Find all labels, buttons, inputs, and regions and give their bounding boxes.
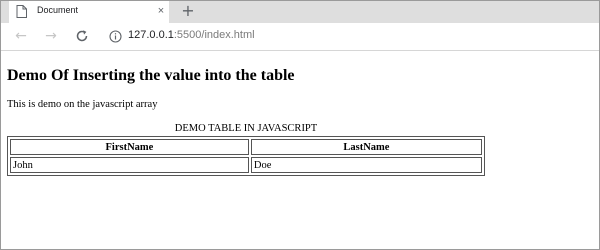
table-header-row: FirstName LastName (10, 139, 482, 155)
column-header-firstname: FirstName (10, 139, 249, 155)
close-tab-icon[interactable]: × (155, 4, 167, 18)
reload-icon[interactable] (75, 29, 89, 43)
forward-arrow-icon[interactable]: → (42, 27, 60, 45)
site-info-icon[interactable] (109, 30, 122, 43)
new-tab-button[interactable]: + (180, 3, 196, 19)
cell-lastname: Doe (250, 157, 482, 173)
browser-toolbar: ← → 127.0.0.1:5500/index.html (1, 23, 599, 51)
column-header-lastname: LastName (250, 139, 482, 155)
url-path: :5500/index.html (173, 29, 255, 41)
page-heading: Demo Of Inserting the value into the tab… (7, 67, 295, 84)
browser-window: Document × + ← → 127.0.0.1:5500/index.ht… (0, 0, 600, 250)
page-content: Demo Of Inserting the value into the tab… (1, 51, 599, 249)
tab-strip: Document × + (1, 1, 599, 23)
url-host: 127.0.0.1 (128, 29, 174, 41)
document-icon (16, 5, 27, 18)
back-arrow-icon[interactable]: ← (12, 27, 30, 45)
page-description: This is demo on the javascript array (7, 99, 158, 110)
table-row: John Doe (10, 157, 482, 173)
address-bar[interactable]: 127.0.0.1:5500/index.html (128, 29, 255, 41)
table-caption: DEMO TABLE IN JAVASCRIPT (174, 123, 318, 134)
tab-title: Document (37, 5, 79, 15)
cell-firstname: John (10, 157, 249, 173)
tab-document[interactable]: Document × (9, 1, 169, 23)
demo-table: FirstName LastName John Doe (7, 136, 485, 176)
